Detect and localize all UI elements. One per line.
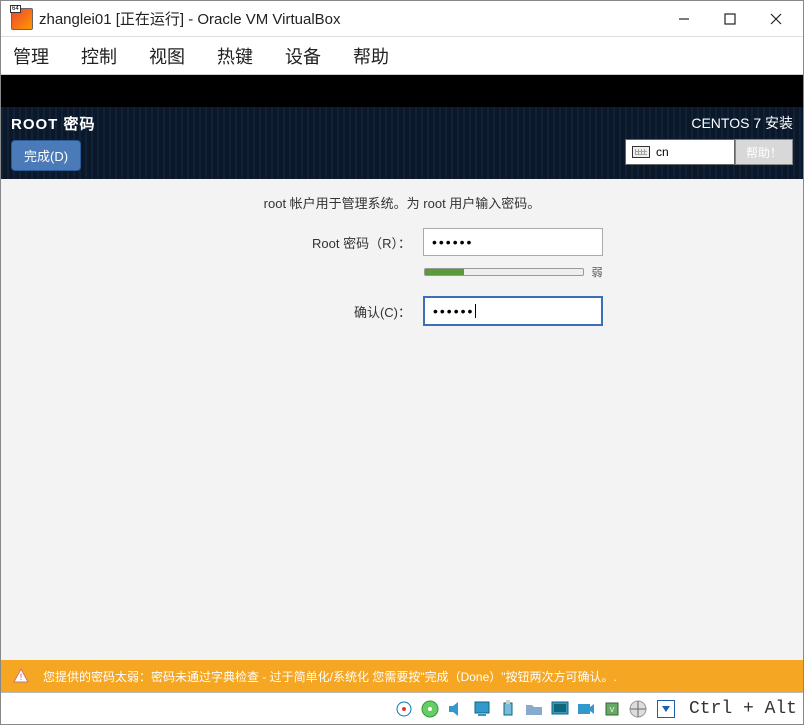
help-button[interactable]: 帮助！ [735, 139, 793, 165]
page-title: ROOT 密码 [11, 113, 96, 134]
password-strength-bar [424, 268, 584, 276]
installer-subtitle: CENTOS 7 安装 [691, 113, 793, 133]
root-password-input[interactable] [423, 228, 603, 256]
close-button[interactable] [753, 4, 799, 34]
password-strength-fill [425, 269, 465, 275]
password-strength-row: 弱 [424, 264, 603, 280]
virtualbox-icon [11, 8, 33, 30]
done-button[interactable]: 完成(D) [11, 140, 81, 171]
network-icon[interactable] [471, 698, 493, 720]
installer-header: ROOT 密码 完成(D) CENTOS 7 安装 cn 帮助！ [1, 107, 803, 179]
keyboard-layout-selector[interactable]: cn [625, 139, 735, 165]
menu-control[interactable]: 控制 [77, 39, 121, 73]
confirm-password-input[interactable]: •••••• [423, 296, 603, 326]
keyboard-icon [632, 146, 650, 158]
menu-input[interactable]: 热键 [213, 39, 257, 73]
menu-view[interactable]: 视图 [145, 39, 189, 73]
virtualbox-statusbar: V Ctrl + Alt [1, 692, 803, 724]
virtualbox-window: zhanglei01 [正在运行] - Oracle VM VirtualBox… [0, 0, 804, 725]
hard-disk-icon[interactable] [393, 698, 415, 720]
window-title: zhanglei01 [正在运行] - Oracle VM VirtualBox [39, 8, 661, 29]
warning-text: 您提供的密码太弱：密码未通过字典检查 - 过于简单化/系统化 您需要按"完成（D… [43, 668, 617, 685]
mouse-integration-icon[interactable] [627, 698, 649, 720]
main-content: root 帐户用于管理系统。为 root 用户输入密码。 Root 密码（R）：… [1, 179, 803, 692]
warning-bar: ! 您提供的密码太弱：密码未通过字典检查 - 过于简单化/系统化 您需要按"完成… [1, 660, 803, 692]
usb-icon[interactable] [497, 698, 519, 720]
svg-text:!: ! [20, 672, 23, 682]
menu-devices[interactable]: 设备 [281, 39, 325, 73]
audio-icon[interactable] [445, 698, 467, 720]
svg-text:V: V [610, 707, 615, 714]
vm-border-gap [1, 75, 803, 107]
host-key-label: Ctrl + Alt [689, 699, 797, 719]
menubar: 管理 控制 视图 热键 设备 帮助 [1, 37, 803, 75]
keyboard-layout-label: cn [656, 145, 669, 159]
menu-help[interactable]: 帮助 [349, 39, 393, 73]
root-password-row: Root 密码（R）： [201, 228, 603, 256]
optical-disk-icon[interactable] [419, 698, 441, 720]
maximize-button[interactable] [707, 4, 753, 34]
instruction-text: root 帐户用于管理系统。为 root 用户输入密码。 [264, 193, 541, 212]
password-strength-label: 弱 [592, 264, 603, 280]
host-key-indicator-icon[interactable] [657, 700, 675, 718]
minimize-button[interactable] [661, 4, 707, 34]
recording-icon[interactable] [575, 698, 597, 720]
text-caret [475, 304, 476, 318]
display-icon[interactable] [549, 698, 571, 720]
confirm-password-label: 确认(C)： [201, 302, 411, 321]
menu-manage[interactable]: 管理 [9, 39, 53, 73]
window-titlebar: zhanglei01 [正在运行] - Oracle VM VirtualBox [1, 1, 803, 37]
shared-folder-icon[interactable] [523, 698, 545, 720]
root-password-label: Root 密码（R）： [201, 233, 411, 252]
confirm-password-value: •••••• [433, 303, 474, 319]
cpu-icon[interactable]: V [601, 698, 623, 720]
warning-icon: ! [13, 668, 29, 684]
confirm-password-row: 确认(C)： •••••• [201, 296, 603, 326]
